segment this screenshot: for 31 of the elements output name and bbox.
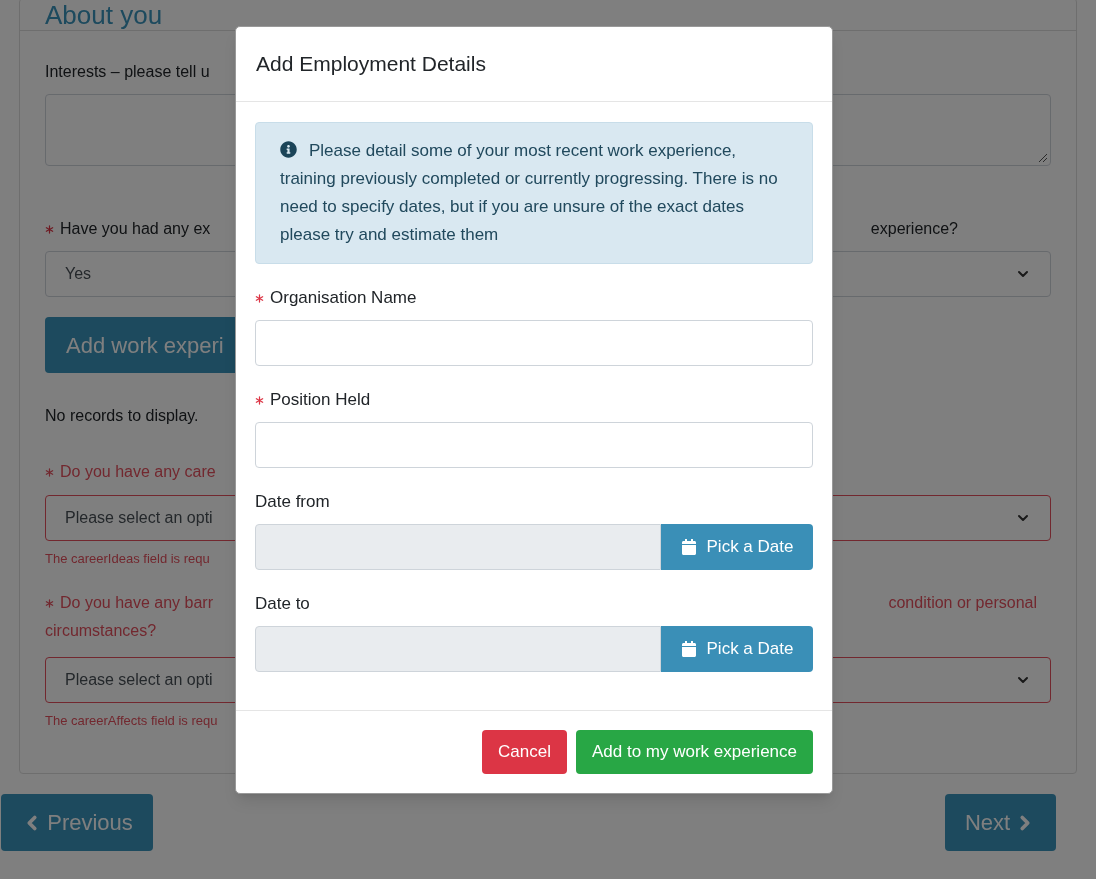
field-label: circumstances? xyxy=(45,621,157,641)
add-to-work-experience-button[interactable]: Add to my work experience xyxy=(575,730,813,774)
next-button[interactable]: Next xyxy=(945,794,1056,851)
text-input[interactable] xyxy=(255,422,813,468)
field-label: condition or personal xyxy=(888,593,1037,613)
pick-date-button[interactable]: Pick a Date xyxy=(661,626,813,672)
previous-button[interactable]: Previous xyxy=(1,794,153,851)
calendar-icon xyxy=(680,641,697,657)
section-heading: About you xyxy=(45,1,163,29)
field-label: Do you have any barr xyxy=(60,593,213,613)
field-label: Position Held xyxy=(270,389,371,411)
field-label: Have you had any ex xyxy=(60,219,211,239)
error-message: The careerIdeas field is requ xyxy=(45,550,210,568)
resize-handle-icon xyxy=(1038,153,1048,163)
modal-title: Add Employment Details xyxy=(256,51,486,78)
info-message: Please detail some of your most recent work experience, training previously completed or currently progressing. There is no need to specify dates, but if you are unsure of the exact dates please try and estimate them xyxy=(280,140,779,246)
date-input[interactable] xyxy=(255,524,661,570)
field-label: Date from xyxy=(255,491,330,513)
calendar-icon xyxy=(680,539,697,555)
field-label: Interests – please tell u xyxy=(45,62,210,82)
info-icon xyxy=(280,141,297,158)
error-message: The careerAffects field is requ xyxy=(45,712,218,730)
pick-date-button[interactable]: Pick a Date xyxy=(661,524,813,570)
date-input[interactable] xyxy=(255,626,661,672)
field-label: Date to xyxy=(255,593,310,615)
field-label: Organisation Name xyxy=(270,287,417,309)
text-input[interactable] xyxy=(255,320,813,366)
field-label: experience? xyxy=(870,219,958,239)
cancel-button[interactable]: Cancel xyxy=(482,730,567,774)
field-label: Do you have any care xyxy=(60,462,216,482)
empty-message: No records to display. xyxy=(45,406,199,426)
